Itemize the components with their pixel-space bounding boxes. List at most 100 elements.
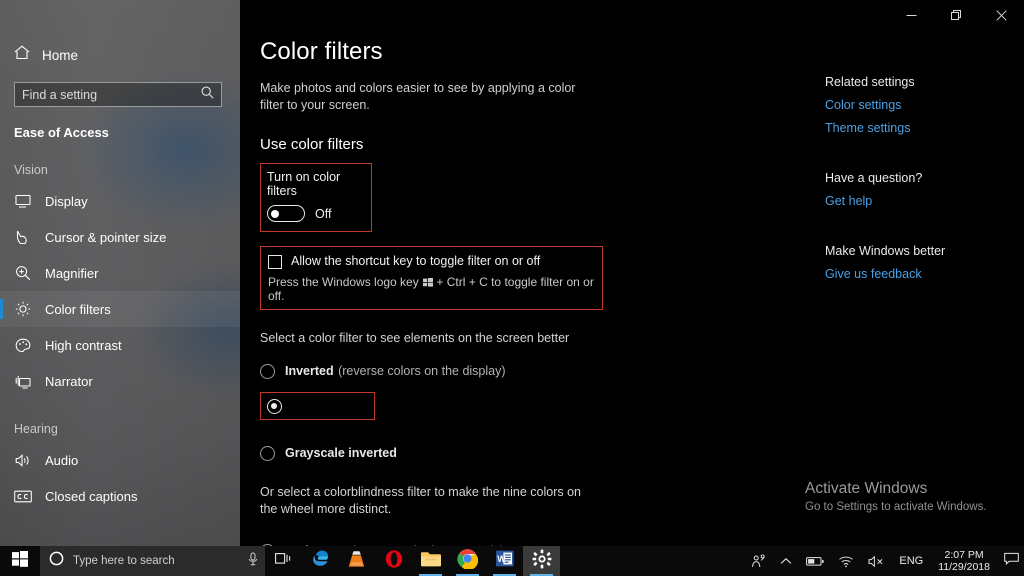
radio-button[interactable]: [260, 445, 275, 461]
sidebar-search-box[interactable]: [14, 82, 222, 107]
sidebar-item-label: Color filters: [45, 301, 111, 317]
action-center-button[interactable]: [998, 546, 1024, 576]
closed-captions-icon: [14, 490, 32, 503]
sidebar-item-magnifier[interactable]: Magnifier: [0, 255, 240, 291]
sidebar-item-high-contrast[interactable]: High contrast: [0, 327, 240, 363]
taskbar-app-word[interactable]: W: [486, 546, 523, 576]
sidebar-item-display[interactable]: Display: [0, 183, 240, 219]
taskbar-search-placeholder: Type here to search: [73, 555, 175, 567]
minimize-button[interactable]: [889, 0, 934, 30]
link-get-help[interactable]: Get help: [825, 194, 1015, 208]
search-input[interactable]: [22, 87, 201, 102]
rail-block-related-settings: Related settings Color settings Theme se…: [825, 75, 1015, 135]
rail-heading: Make Windows better: [825, 244, 946, 258]
rail-heading: Related settings: [825, 75, 915, 89]
shortcut-checkbox-label: Allow the shortcut key to toggle filter …: [291, 254, 541, 268]
sidebar-item-closed-captions[interactable]: Closed captions: [0, 478, 240, 514]
shortcut-checkbox[interactable]: [268, 255, 282, 269]
taskbar-app-chrome[interactable]: [449, 546, 486, 576]
speaker-icon: [14, 453, 32, 468]
monitor-icon: [14, 194, 32, 208]
radio-label-strong: Inverted: [285, 364, 334, 378]
tray-clock[interactable]: 2:07 PM 11/29/2018: [930, 546, 998, 576]
sidebar-item-label: High contrast: [45, 337, 122, 353]
radio-label-weak: (reverse colors on the display): [338, 364, 506, 378]
vlc-cone-icon: [347, 549, 366, 574]
sidebar-item-label: Magnifier: [45, 265, 99, 281]
shortcut-hint: Press the Windows logo key + Ctrl + C to…: [268, 275, 595, 303]
sidebar-item-label: Closed captions: [45, 488, 138, 504]
windows-logo-key-icon: [423, 276, 434, 287]
taskbar-app-settings[interactable]: [523, 546, 560, 576]
maximize-button[interactable]: [934, 0, 979, 30]
close-button[interactable]: [979, 0, 1024, 30]
home-icon: [14, 45, 30, 65]
battery-icon[interactable]: [799, 546, 831, 576]
taskbar-search-box[interactable]: Type here to search: [40, 546, 265, 576]
tray-language[interactable]: ENG: [892, 546, 930, 576]
cortana-circle-icon[interactable]: [49, 551, 64, 571]
sidebar-item-label: Audio: [45, 452, 79, 468]
svg-text:W: W: [497, 554, 506, 564]
rail-heading: Have a question?: [825, 171, 923, 185]
radio-inverted[interactable]: Inverted (reverse colors on the display): [260, 360, 820, 382]
shortcut-checkbox-row[interactable]: Allow the shortcut key to toggle filter …: [268, 254, 595, 269]
radio-label-strong: Grayscale: [292, 397, 365, 414]
sidebar-item-audio[interactable]: Audio: [0, 442, 240, 478]
page-title: Color filters: [260, 38, 383, 65]
shortcut-key-group[interactable]: Allow the shortcut key to toggle filter …: [260, 246, 603, 310]
narrator-icon: [14, 374, 32, 389]
toggle-knob: [271, 209, 279, 218]
sidebar-item-cursor-pointer-size[interactable]: Cursor & pointer size: [0, 219, 240, 255]
sidebar-item-color-filters[interactable]: Color filters: [0, 291, 240, 327]
taskbar-app-file-explorer[interactable]: [412, 546, 449, 576]
radio-button[interactable]: [260, 363, 275, 379]
color-filters-toggle[interactable]: Off: [267, 205, 363, 222]
rail-block-have-a-question: Have a question? Get help: [825, 171, 1015, 208]
sidebar-home-label: Home: [42, 47, 79, 63]
chevron-up-icon[interactable]: [773, 546, 799, 576]
settings-content: Color filters Make photos and colors eas…: [240, 30, 1024, 546]
sidebar-group-hearing-label: Hearing: [14, 422, 58, 436]
filter-prompt: Select a color filter to see elements on…: [260, 331, 570, 345]
taskbar: Type here to search W ENG 2:07 PM 11/29/…: [0, 546, 1024, 576]
settings-window: Settings: [0, 0, 1024, 546]
toggle-state: Off: [315, 206, 332, 221]
gear-icon: [532, 549, 552, 574]
settings-sidebar: Home Ease of Access Vision: [0, 0, 240, 546]
sidebar-section-title: Ease of Access: [14, 125, 109, 140]
speaker-muted-icon[interactable]: [861, 546, 892, 576]
edge-icon: [309, 548, 330, 574]
taskbar-app-vlc[interactable]: [338, 546, 375, 576]
link-color-settings[interactable]: Color settings: [825, 98, 1015, 112]
taskbar-app-edge[interactable]: [301, 546, 338, 576]
wifi-icon[interactable]: [831, 546, 861, 576]
link-theme-settings[interactable]: Theme settings: [825, 121, 1015, 135]
search-icon[interactable]: [201, 86, 214, 104]
taskbar-app-opera[interactable]: [375, 546, 412, 576]
colorblind-prompt: Or select a colorblindness filter to mak…: [260, 485, 581, 516]
radio-label: Inverted (reverse colors on the display): [285, 362, 506, 380]
task-view-icon: [275, 552, 291, 570]
toggle-switch[interactable]: [267, 205, 305, 222]
content-column: Color filters Make photos and colors eas…: [260, 38, 820, 546]
sidebar-item-narrator[interactable]: Narrator: [0, 363, 240, 399]
sidebar-item-home[interactable]: Home: [0, 42, 240, 68]
radio-grayscale-inverted[interactable]: Grayscale inverted: [260, 442, 820, 464]
sidebar-group-vision-label: Vision: [14, 163, 48, 177]
use-color-filters-heading: Use color filters: [260, 136, 364, 153]
window-controls: [889, 0, 1024, 30]
cursor-icon: [14, 230, 32, 245]
radio-button[interactable]: [267, 398, 282, 414]
radio-grayscale[interactable]: Grayscale: [260, 392, 376, 420]
microphone-icon[interactable]: [247, 552, 259, 571]
task-view-button[interactable]: [265, 546, 301, 576]
watermark-title: Activate Windows: [805, 480, 928, 497]
tray-date: 11/29/2018: [938, 561, 990, 573]
palette-icon: [14, 338, 32, 353]
people-share-icon[interactable]: [744, 546, 773, 576]
link-give-us-feedback[interactable]: Give us feedback: [825, 267, 1015, 281]
start-button[interactable]: [0, 546, 40, 576]
page-description: Make photos and colors easier to see by …: [260, 81, 576, 112]
turn-on-color-filters-group[interactable]: Turn on color filters Off: [260, 163, 372, 232]
